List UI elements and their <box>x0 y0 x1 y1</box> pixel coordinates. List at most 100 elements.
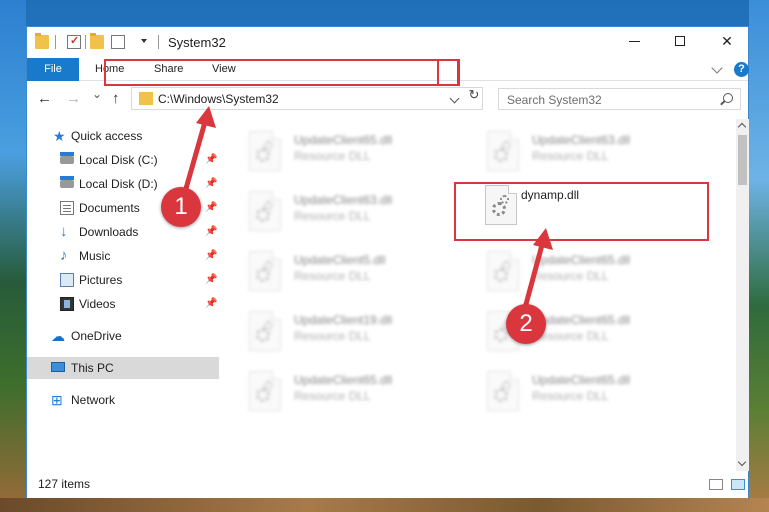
star-icon: ★ <box>53 128 66 144</box>
file-type: Resource DLL <box>294 389 371 403</box>
status-bar: 127 items <box>27 471 748 498</box>
file-name: UpdateClient63.dll <box>532 133 631 147</box>
close-button[interactable]: ✕ <box>704 27 750 57</box>
file-item[interactable]: UpdateClient19.dll Resource DLL <box>222 305 447 361</box>
file-type: Resource DLL <box>294 329 371 343</box>
help-icon[interactable]: ? <box>734 62 749 77</box>
back-button[interactable]: ← <box>37 91 52 106</box>
file-type: Resource DLL <box>532 149 609 163</box>
sidebar-item-network[interactable]: ⊞ Network <box>27 389 219 411</box>
file-type: Resource DLL <box>532 269 609 283</box>
scroll-up-icon[interactable] <box>737 122 747 132</box>
file-item[interactable]: UpdateClient65.dll Resource DLL <box>460 245 685 301</box>
sidebar-item-this-pc[interactable]: This PC <box>27 357 219 379</box>
dll-file-icon <box>249 131 281 171</box>
sidebar-item-label: Local Disk (C:) <box>79 153 158 167</box>
network-icon: ⊞ <box>51 392 63 408</box>
sidebar-item-local-disk-c[interactable]: Local Disk (C:) 📌 <box>27 149 219 171</box>
sidebar-item-pictures[interactable]: Pictures 📌 <box>27 269 219 291</box>
file-type: Resource DLL <box>294 149 371 163</box>
up-button[interactable]: ↑ <box>112 91 120 106</box>
pin-icon: 📌 <box>205 154 218 165</box>
file-type: Resource DLL <box>294 209 371 223</box>
search-input[interactable]: Search System32 <box>498 88 741 110</box>
dll-file-icon <box>249 251 281 291</box>
sidebar-item-label: Local Disk (D:) <box>79 177 158 191</box>
file-name: UpdateClient65.dll <box>294 133 393 147</box>
file-item[interactable]: UpdateClient65.dll Resource DLL <box>460 305 685 361</box>
search-placeholder: Search System32 <box>507 93 602 107</box>
file-item[interactable]: UpdateClient5.dll Resource DLL <box>222 245 447 301</box>
dll-file-icon <box>249 371 281 411</box>
customize-toolbar-icon[interactable] <box>111 35 125 49</box>
search-icon[interactable] <box>723 93 733 103</box>
sidebar-item-onedrive[interactable]: ☁ OneDrive <box>27 325 219 347</box>
videos-icon <box>60 297 74 311</box>
file-item[interactable]: UpdateClient63.dll Resource DLL <box>460 125 685 181</box>
sidebar-item-label: Quick access <box>71 129 143 143</box>
properties-icon[interactable] <box>67 34 81 49</box>
scrollbar-thumb[interactable] <box>738 135 747 185</box>
maximize-icon <box>675 36 685 46</box>
folder-icon <box>139 92 153 105</box>
quick-access-separator <box>55 35 56 49</box>
address-path[interactable]: C:\Windows\System32 <box>158 92 279 106</box>
file-name: UpdateClient65.dll <box>532 253 631 267</box>
expand-ribbon-icon[interactable] <box>711 62 723 74</box>
drive-icon <box>60 152 74 164</box>
dll-file-icon <box>487 371 519 411</box>
sidebar-item-label: This PC <box>71 361 114 375</box>
recent-locations-button[interactable]: ⌄ <box>92 87 102 102</box>
chevron-down-icon[interactable] <box>449 93 460 104</box>
file-item[interactable]: UpdateClient65.dll Resource DLL <box>460 365 685 421</box>
desktop-background-bottom <box>0 498 769 512</box>
item-count: 127 items <box>38 477 91 491</box>
pin-icon: 📌 <box>205 274 218 285</box>
pin-icon: 📌 <box>205 298 218 309</box>
window-title: System32 <box>168 35 226 50</box>
cloud-icon: ☁ <box>51 328 65 344</box>
dll-file-icon <box>249 311 281 351</box>
details-view-icon[interactable] <box>709 479 723 490</box>
sidebar-item-music[interactable]: ♪ Music 📌 <box>27 245 219 267</box>
file-item[interactable]: UpdateClient63.dll Resource DLL <box>222 185 447 241</box>
file-type: Resource DLL <box>294 269 371 283</box>
scroll-down-icon[interactable] <box>737 457 747 467</box>
sidebar-item-videos[interactable]: Videos 📌 <box>27 293 219 315</box>
maximize-button[interactable] <box>658 27 704 57</box>
refresh-button[interactable]: ↻ <box>464 86 484 103</box>
folder-icon <box>35 33 49 49</box>
minimize-button[interactable] <box>612 27 658 57</box>
downloads-icon: ↓ <box>60 223 68 240</box>
file-explorer-window: System32 ✕ File Home Share View ? ← → ⌄ … <box>26 26 749 498</box>
chevron-down-icon[interactable] <box>141 39 147 43</box>
tab-file[interactable]: File <box>27 58 79 81</box>
sidebar-item-label: Documents <box>79 201 140 215</box>
sidebar-item-quick-access[interactable]: ★ Quick access <box>27 125 219 147</box>
large-icons-view-icon[interactable] <box>731 479 745 490</box>
pin-icon: 📌 <box>205 178 218 189</box>
navigation-pane: ★ Quick access Local Disk (C:) 📌 Local D… <box>27 119 219 471</box>
address-bar[interactable]: C:\Windows\System32 <box>131 87 483 110</box>
documents-icon <box>60 201 74 215</box>
file-item[interactable]: UpdateClient65.dll Resource DLL <box>222 365 447 421</box>
file-highlight <box>454 182 709 241</box>
sidebar-item-label: Music <box>79 249 111 263</box>
file-name: UpdateClient65.dll <box>294 373 393 387</box>
pin-icon: 📌 <box>205 226 218 237</box>
pin-icon: 📌 <box>205 250 218 261</box>
new-folder-icon[interactable] <box>90 33 104 49</box>
file-name: UpdateClient65.dll <box>532 313 631 327</box>
drive-icon <box>60 176 74 188</box>
title-separator <box>158 35 159 49</box>
vertical-scrollbar[interactable] <box>736 119 749 471</box>
address-bar-highlight <box>104 59 460 86</box>
file-item[interactable]: UpdateClient65.dll Resource DLL <box>222 125 447 181</box>
forward-button[interactable]: → <box>66 91 81 106</box>
file-name: UpdateClient19.dll <box>294 313 393 327</box>
callout-badge-1: 1 <box>161 187 201 227</box>
minimize-icon <box>629 41 640 42</box>
dll-file-icon <box>487 251 519 291</box>
file-name: UpdateClient65.dll <box>532 373 631 387</box>
file-list: UpdateClient65.dll Resource DLL UpdateCl… <box>222 119 736 471</box>
